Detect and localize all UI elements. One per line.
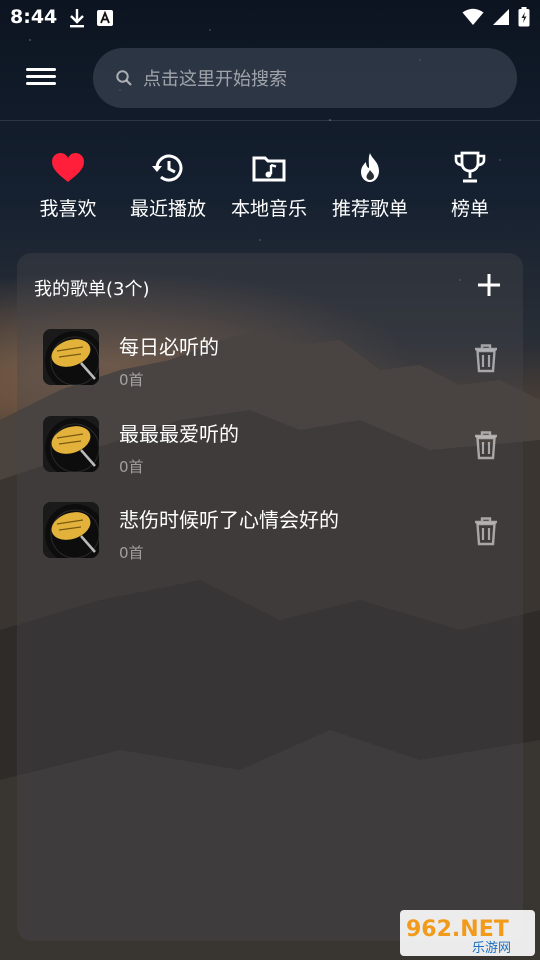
playlists-title: 我的歌单(3个) — [34, 279, 150, 300]
nav-label-recommended: 推荐歌单 — [331, 198, 408, 220]
playlist-title: 悲伤时候听了心情会好的 — [119, 508, 339, 532]
app-header: 点击这里开始搜索 — [0, 44, 540, 118]
nav-item-charts[interactable]: 榜单 — [420, 150, 520, 221]
playlist-count: 0首 — [119, 544, 144, 562]
playlist-count: 0首 — [119, 371, 144, 389]
playlist-title: 每日必听的 — [119, 335, 219, 359]
playlist-item[interactable]: 最最最爱听的 0首 — [17, 416, 523, 496]
search-placeholder: 点击这里开始搜索 — [143, 69, 287, 90]
vinyl-record-icon — [43, 329, 99, 385]
text-a-icon — [97, 10, 113, 26]
heart-icon — [52, 153, 84, 182]
nav-item-recommended[interactable]: 推荐歌单 — [320, 150, 420, 221]
nav-item-favorites[interactable]: 我喜欢 — [18, 150, 118, 221]
wifi-icon — [462, 8, 484, 25]
plus-icon[interactable] — [475, 271, 503, 299]
playlist-item[interactable]: 每日必听的 0首 — [17, 329, 523, 409]
playlist-item[interactable]: 悲伤时候听了心情会好的 0首 — [17, 502, 523, 582]
status-bar: 8:44 — [0, 0, 540, 36]
search-icon — [116, 70, 132, 86]
battery-charging-icon — [518, 7, 530, 27]
flame-icon — [361, 153, 379, 182]
quick-nav: 我喜欢 最近播放 本地音乐 推荐歌单 榜单 — [0, 150, 540, 230]
hamburger-menu-icon[interactable] — [24, 64, 58, 94]
nav-label-favorites: 我喜欢 — [39, 198, 97, 220]
music-folder-icon — [252, 156, 286, 182]
nav-item-recent[interactable]: 最近播放 — [118, 150, 218, 221]
search-input[interactable]: 点击这里开始搜索 — [93, 48, 517, 108]
history-icon — [152, 154, 183, 182]
vinyl-record-icon — [43, 502, 99, 558]
trash-icon[interactable] — [473, 343, 499, 373]
download-icon — [70, 9, 84, 28]
nav-label-charts: 榜单 — [450, 198, 489, 220]
nav-label-local-music: 本地音乐 — [230, 198, 307, 220]
watermark-logo: 962.NET 乐游网 — [400, 910, 535, 956]
my-playlists-card: 我的歌单(3个) 每日必听的 0首 最最最爱听的 0首 悲伤时候听了心情会好的 … — [17, 253, 523, 941]
signal-icon — [493, 9, 509, 25]
playlist-count: 0首 — [119, 458, 144, 476]
header-divider — [0, 120, 540, 121]
nav-item-local-music[interactable]: 本地音乐 — [219, 150, 319, 221]
watermark-brand: 962.NET — [406, 917, 509, 942]
vinyl-record-icon — [43, 416, 99, 472]
nav-label-recent: 最近播放 — [129, 198, 206, 220]
trophy-icon — [454, 151, 486, 183]
watermark-sub: 乐游网 — [472, 941, 511, 956]
trash-icon[interactable] — [473, 516, 499, 546]
status-time: 8:44 — [10, 6, 58, 28]
trash-icon[interactable] — [473, 430, 499, 460]
playlist-title: 最最最爱听的 — [119, 422, 239, 446]
